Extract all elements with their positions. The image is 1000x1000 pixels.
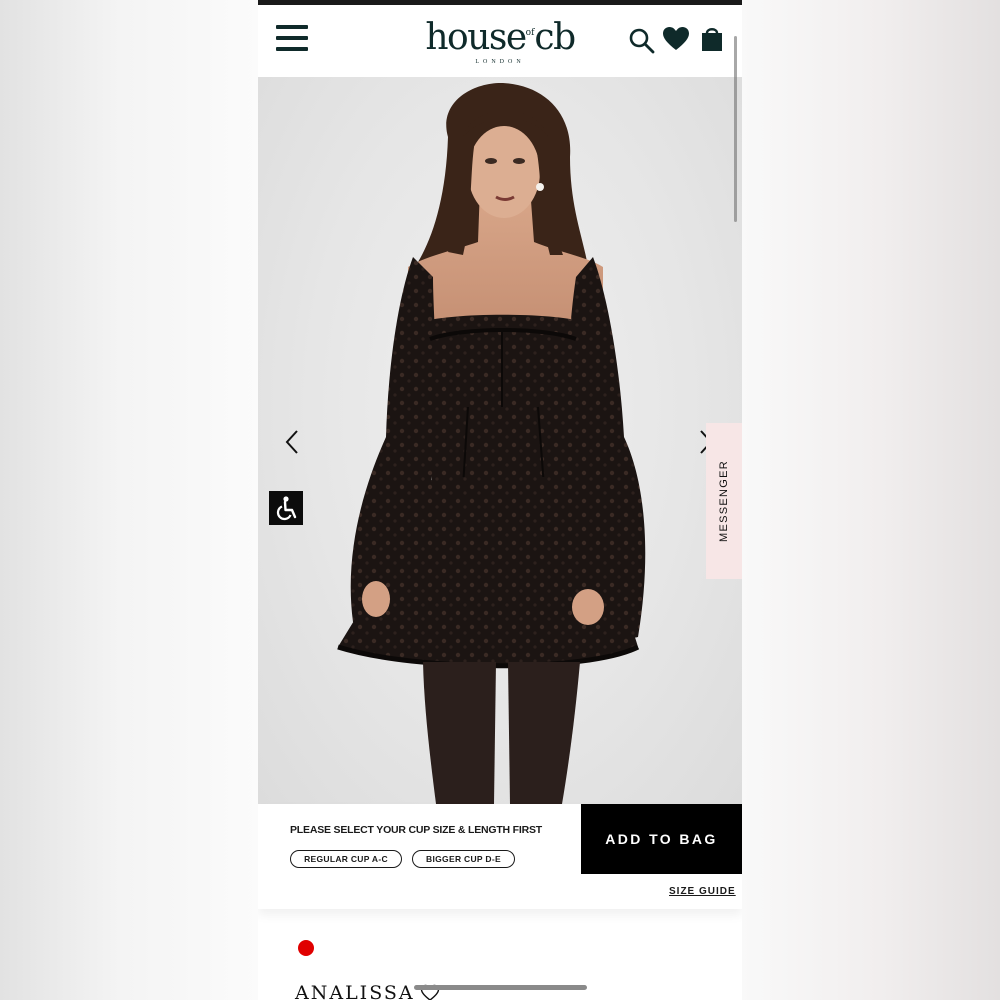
heart-icon[interactable]: [662, 25, 690, 53]
regular-cup-option[interactable]: REGULAR CUP A-C: [290, 850, 402, 868]
search-icon[interactable]: [628, 27, 656, 55]
wheelchair-accessibility-icon[interactable]: [269, 491, 303, 525]
product-photo: [337, 82, 646, 804]
site-header: houseofcb LONDON: [258, 5, 742, 77]
brand-logo[interactable]: houseofcb LONDON: [388, 13, 612, 66]
messenger-label: MESSENGER: [718, 460, 730, 542]
cup-size-prompt: PLEASE SELECT YOUR CUP SIZE & LENGTH FIR…: [290, 824, 542, 836]
purchase-panel: PLEASE SELECT YOUR CUP SIZE & LENGTH FIR…: [258, 804, 742, 909]
color-swatch[interactable]: [298, 940, 314, 956]
shopping-bag-icon[interactable]: [698, 25, 726, 53]
phone-screen: houseofcb LONDON MESSENGER PLEASE SELECT…: [258, 0, 742, 1000]
product-image-gallery[interactable]: MESSENGER: [258, 77, 742, 804]
home-indicator[interactable]: [414, 985, 587, 990]
bigger-cup-option[interactable]: BIGGER CUP D-E: [412, 850, 515, 868]
logo-wordmark: houseofcb: [425, 17, 576, 58]
chevron-left-icon[interactable]: [280, 427, 304, 457]
product-name: ANALISSA: [295, 982, 415, 1000]
messenger-tab[interactable]: MESSENGER: [706, 423, 742, 579]
logo-subtitle: LONDON: [475, 59, 525, 65]
size-guide-link[interactable]: SIZE GUIDE: [669, 886, 736, 897]
hamburger-menu-icon[interactable]: [276, 23, 308, 53]
add-to-bag-button[interactable]: ADD TO BAG: [581, 804, 742, 874]
scrollbar[interactable]: [734, 36, 737, 222]
